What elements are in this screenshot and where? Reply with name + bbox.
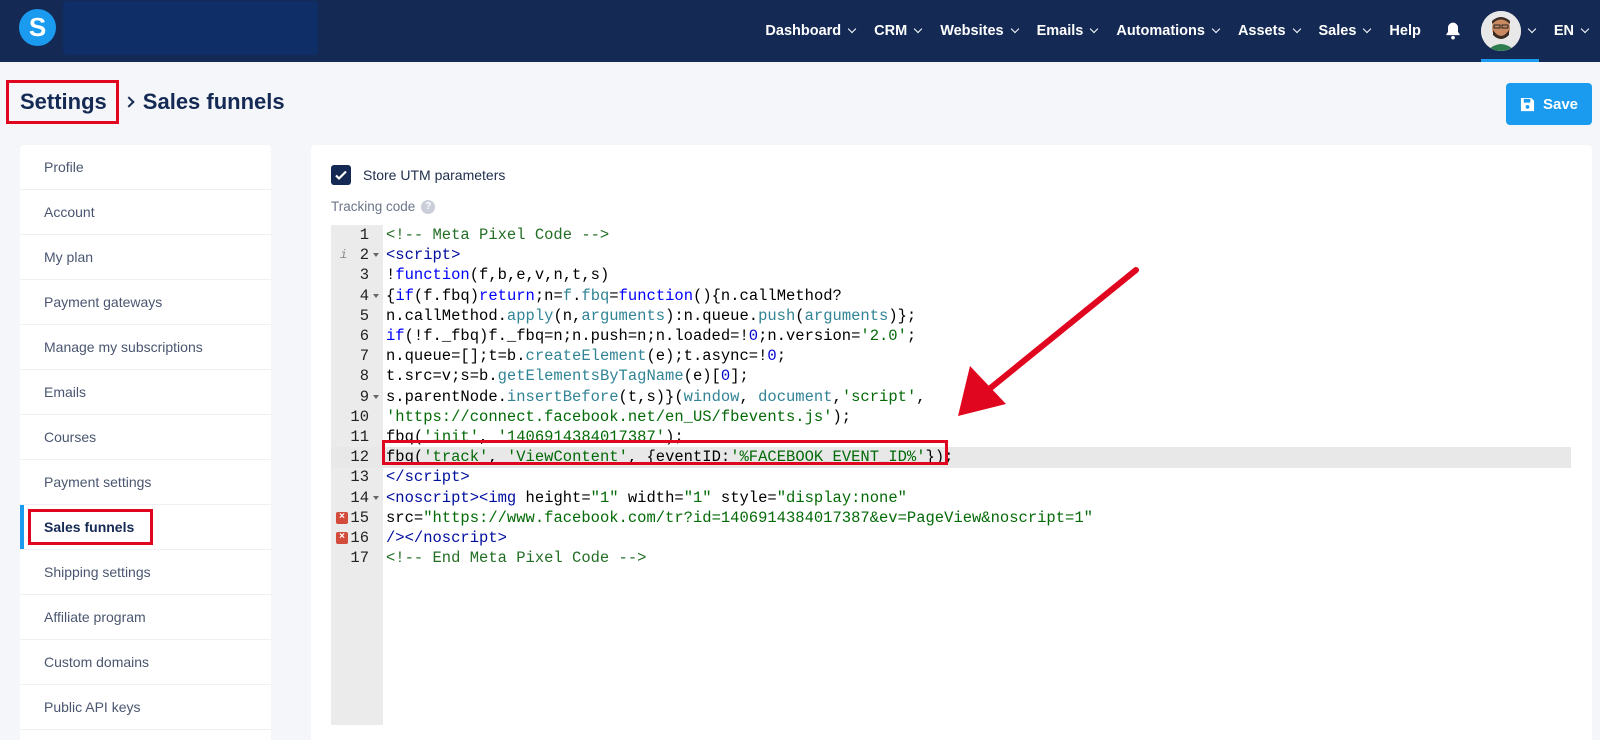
- nav-assets[interactable]: Assets: [1238, 23, 1301, 39]
- sidebar-item-emails[interactable]: Emails: [20, 370, 271, 415]
- settings-panel: Store UTM parameters Tracking code ? 1 <!…: [311, 145, 1592, 740]
- save-icon: [1520, 97, 1535, 111]
- chevron-down-icon: [1580, 24, 1590, 34]
- fold-arrow-icon[interactable]: [373, 495, 379, 500]
- sidebar-item-shipping-settings[interactable]: Shipping settings: [20, 550, 271, 595]
- settings-sidebar: Profile Account My plan Payment gateways…: [20, 145, 271, 740]
- sidebar-item-courses[interactable]: Courses: [20, 415, 271, 460]
- chevron-down-icon: [1363, 24, 1372, 34]
- utm-option: Store UTM parameters: [331, 165, 505, 185]
- chevron-right-icon: [123, 96, 135, 108]
- nav-dashboard[interactable]: Dashboard: [765, 23, 857, 39]
- code-line: 1 <!-- Meta Pixel Code -->: [359, 226, 610, 244]
- annotation-highlight-box: [382, 440, 948, 465]
- fold-arrow-icon[interactable]: [373, 253, 379, 258]
- check-icon: [335, 170, 347, 181]
- help-icon[interactable]: ?: [421, 199, 436, 214]
- fold-arrow-icon[interactable]: [373, 394, 379, 399]
- sidebar-item-public-api-keys[interactable]: Public API keys: [20, 685, 271, 730]
- tracking-label-text: Tracking code: [331, 199, 416, 214]
- save-button[interactable]: Save: [1506, 83, 1592, 125]
- code-line: 14 <noscript><img height="1" width="1" st…: [350, 488, 907, 507]
- code-line: 13 </script>: [350, 468, 470, 487]
- save-label: Save: [1542, 95, 1579, 113]
- tracking-code-label: Tracking code ?: [331, 199, 436, 214]
- page-title: Sales funnels: [142, 89, 285, 114]
- chevron-down-icon: [1211, 24, 1221, 34]
- top-navbar: S Dashboard CRM Websites Emails Automati…: [0, 0, 1600, 62]
- chevron-down-icon: [913, 24, 923, 34]
- code-line: 17 <!-- End Meta Pixel Code -->: [350, 549, 647, 568]
- active-indicator: [1480, 59, 1539, 62]
- sidebar-item-account[interactable]: Account: [20, 190, 271, 235]
- user-menu[interactable]: [1480, 0, 1539, 62]
- app-logo[interactable]: S: [19, 9, 56, 46]
- sidebar-item-sales-funnels[interactable]: Sales funnels: [20, 505, 271, 550]
- sidebar-item-affiliate-program[interactable]: Affiliate program: [20, 595, 271, 640]
- language-selector[interactable]: EN: [1554, 23, 1590, 39]
- nav-websites[interactable]: Websites: [940, 23, 1019, 39]
- code-line: × 16/></noscript>: [331, 528, 1571, 549]
- nav-crm[interactable]: CRM: [874, 23, 923, 39]
- chevron-down-icon: [847, 24, 857, 34]
- sidebar-item-manage-subscriptions[interactable]: Manage my subscriptions: [20, 325, 271, 370]
- search-box[interactable]: [63, 1, 318, 55]
- nav-help[interactable]: Help: [1389, 23, 1420, 39]
- chevron-down-icon: [1292, 24, 1301, 34]
- sidebar-item-profile[interactable]: Profile: [20, 145, 271, 190]
- bell-icon[interactable]: [1443, 21, 1463, 41]
- main-nav: Dashboard CRM Websites Emails Automation…: [746, 0, 1600, 62]
- sidebar-item-payment-settings[interactable]: Payment settings: [20, 460, 271, 505]
- chevron-down-icon: [1527, 24, 1537, 34]
- nav-sales[interactable]: Sales: [1319, 23, 1372, 39]
- sidebar-item-payment-gateways[interactable]: Payment gateways: [20, 280, 271, 325]
- utm-label: Store UTM parameters: [363, 167, 506, 183]
- sidebar-item-custom-domains[interactable]: Custom domains: [20, 640, 271, 685]
- breadcrumb: Settings Sales funnels: [6, 80, 285, 124]
- avatar: [1480, 11, 1521, 51]
- utm-checkbox[interactable]: [331, 165, 351, 185]
- chevron-down-icon: [1010, 24, 1019, 34]
- annotation-arrow-icon: [958, 267, 1139, 416]
- annotation-highlight-box: [28, 509, 153, 545]
- sidebar-item-my-plan[interactable]: My plan: [20, 235, 271, 280]
- chevron-down-icon: [1090, 24, 1099, 34]
- code-line: × 15 src="https://www.facebook.com/tr?id=1…: [331, 508, 1571, 529]
- nav-emails[interactable]: Emails: [1037, 23, 1099, 39]
- nav-automations[interactable]: Automations: [1116, 23, 1221, 39]
- breadcrumb-settings-link[interactable]: Settings: [6, 80, 119, 124]
- fold-arrow-icon[interactable]: [373, 293, 379, 298]
